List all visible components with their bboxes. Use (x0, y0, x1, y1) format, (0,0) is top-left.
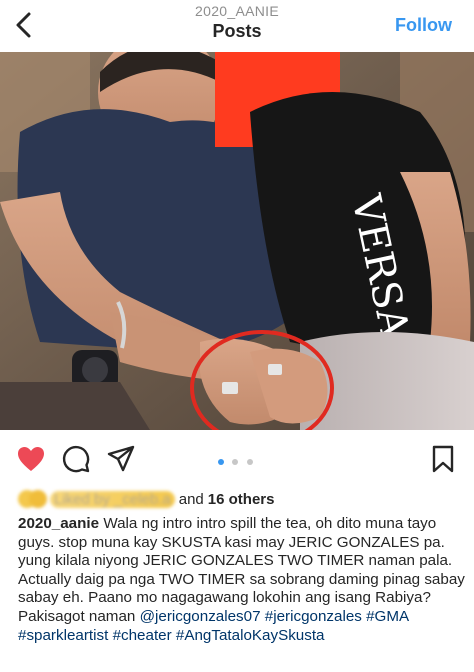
likes-and: and (178, 490, 204, 508)
carousel-indicator (218, 452, 257, 465)
post-photo[interactable]: VERSACE (0, 52, 474, 430)
likes-summary[interactable]: Liked by _celeb.a and 16 others (18, 486, 274, 512)
post-photo-image: VERSACE (0, 52, 474, 430)
top-bar: 2020_AANIE Posts Follow (0, 0, 474, 52)
follow-button[interactable]: Follow (395, 15, 452, 36)
post-caption: 2020_aanie Wala ng intro intro spill the… (18, 515, 466, 645)
liked-by-text: Liked by _celeb.a (50, 490, 175, 508)
carousel-dot-active (218, 459, 224, 465)
carousel-dot (246, 459, 253, 465)
hashtag-link[interactable]: #GMA (366, 608, 408, 625)
likes-others[interactable]: 16 others (208, 491, 275, 508)
bookmark-icon[interactable] (428, 444, 458, 474)
hashtag-link[interactable]: #cheater (113, 627, 172, 644)
hashtag-link[interactable]: #jericgonzales (265, 608, 362, 625)
liker-avatars (18, 488, 48, 510)
carousel-dot (232, 459, 239, 465)
heart-icon[interactable] (16, 444, 46, 474)
comment-icon[interactable] (61, 444, 91, 474)
hashtag-link[interactable]: #sparkleartist (18, 627, 108, 644)
caption-username[interactable]: 2020_aanie (18, 515, 99, 532)
hashtag-link[interactable]: #AngTataloKaySkusta (176, 627, 325, 644)
share-icon[interactable] (106, 444, 136, 474)
hashtag-link[interactable]: @jericgonzales07 (140, 608, 261, 625)
post-actions (0, 436, 474, 480)
